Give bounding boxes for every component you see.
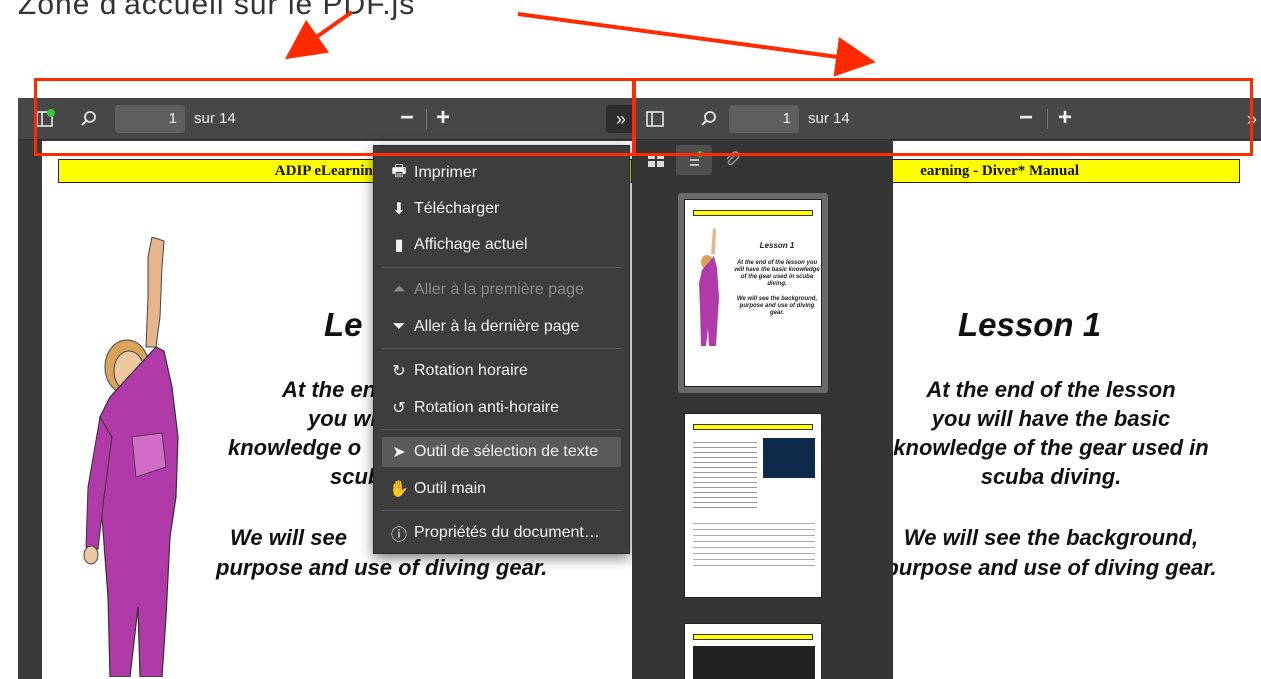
screenshot-root: Zone d'accueil sur le PDF.js 1 sur 14 − …: [0, 0, 1261, 679]
annotation-arrows: [284, 10, 876, 77]
